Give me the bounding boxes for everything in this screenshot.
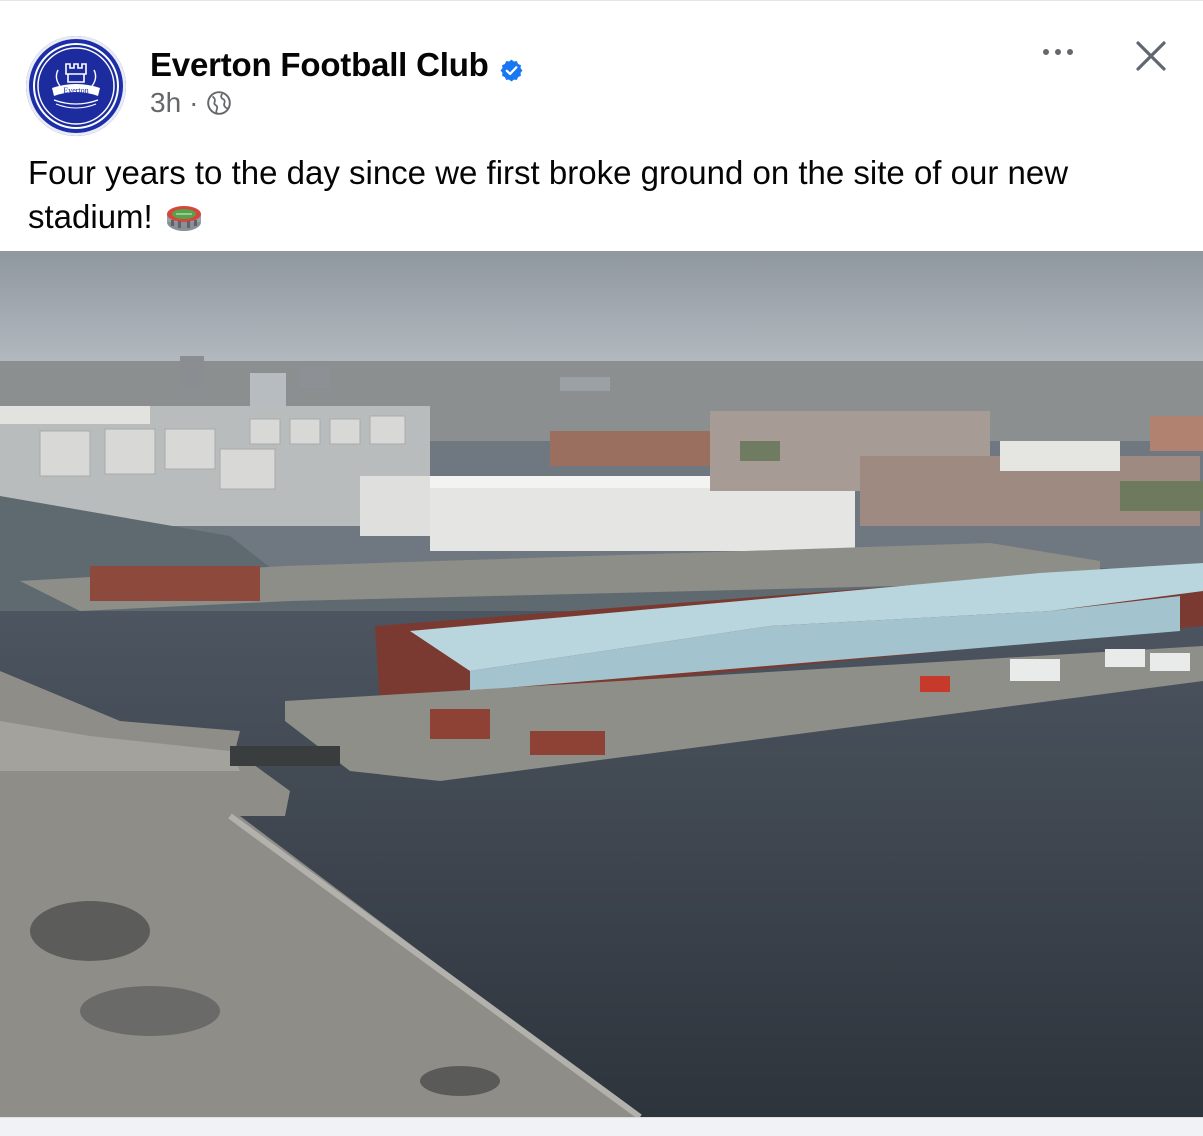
page-name-text[interactable]: Everton Football Club (150, 46, 489, 84)
post-text: Four years to the day since we first bro… (28, 151, 1178, 239)
dock-aerial-image (0, 251, 1203, 1117)
facebook-post: Everton Everton Football Club 3h · Four … (0, 0, 1203, 1136)
page-avatar[interactable]: Everton (26, 36, 126, 136)
close-button[interactable] (1130, 35, 1172, 77)
more-options-button[interactable] (1038, 37, 1078, 67)
meta-separator: · (189, 87, 199, 118)
verified-badge-icon (499, 53, 524, 81)
page-name[interactable]: Everton Football Club (150, 46, 524, 84)
globe-icon (206, 90, 232, 116)
post-photo[interactable] (0, 251, 1203, 1117)
more-options-icon (1043, 49, 1073, 55)
post-meta: 3h · (150, 87, 232, 119)
post-footer-divider (0, 1117, 1203, 1136)
post-time[interactable]: 3h (150, 87, 181, 119)
stadium-emoji-icon (166, 199, 202, 231)
close-icon (1136, 41, 1166, 71)
everton-crest-icon: Everton (33, 43, 119, 129)
avatar-text: Everton (63, 86, 88, 95)
